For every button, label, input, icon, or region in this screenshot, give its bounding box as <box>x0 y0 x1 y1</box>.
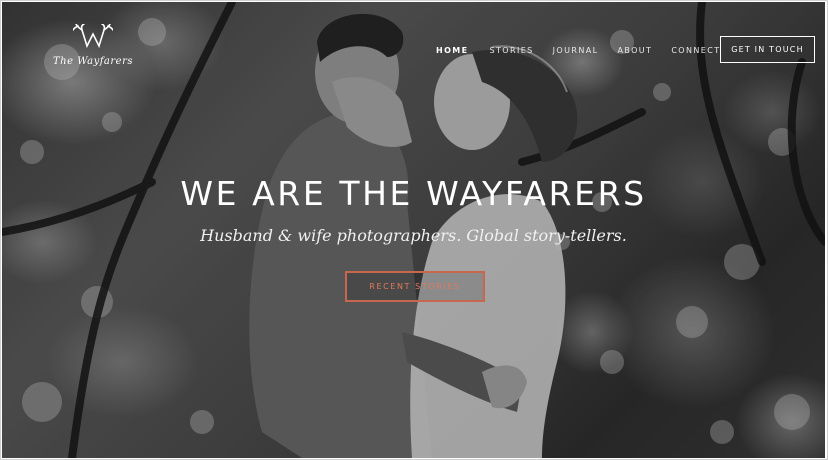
get-in-touch-button[interactable]: GET IN TOUCH <box>720 36 815 63</box>
nav-about[interactable]: ABOUT <box>617 46 652 55</box>
nav-connect[interactable]: CONNECT <box>671 46 720 55</box>
antler-w-icon <box>73 24 113 49</box>
nav-stories[interactable]: STORIES <box>490 46 534 55</box>
hero-headline: WE ARE THE WAYFARERS <box>180 174 647 213</box>
recent-stories-button[interactable]: RECENT STORIES <box>345 271 485 302</box>
brand-name: The Wayfarers <box>52 56 133 67</box>
hero-tagline: Husband & wife photographers. Global sto… <box>200 226 627 245</box>
hero-section: The Wayfarers HOME STORIES JOURNAL ABOUT… <box>2 2 825 458</box>
main-navigation: HOME STORIES JOURNAL ABOUT CONNECT <box>436 43 721 57</box>
nav-home[interactable]: HOME <box>436 46 469 55</box>
nav-journal[interactable]: JOURNAL <box>553 46 599 55</box>
brand-logo[interactable]: The Wayfarers <box>38 24 148 80</box>
page-frame: The Wayfarers HOME STORIES JOURNAL ABOUT… <box>0 0 828 460</box>
